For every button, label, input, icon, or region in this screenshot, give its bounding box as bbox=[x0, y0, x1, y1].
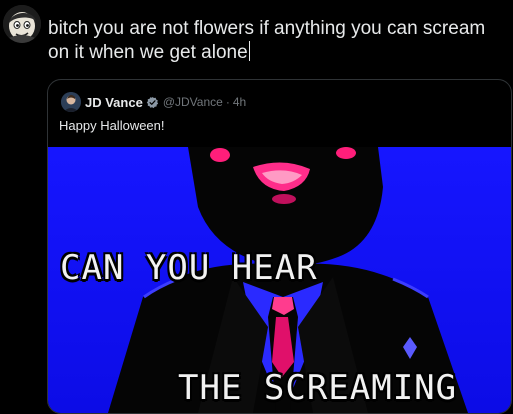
quoted-author-handle: @JDVance bbox=[162, 95, 223, 109]
draft-text-content: bitch you are not flowers if anything yo… bbox=[48, 18, 486, 63]
verified-badge-icon bbox=[146, 96, 158, 108]
quoted-author-avatar bbox=[61, 92, 81, 112]
tweet-text-input[interactable]: bitch you are not flowers if anything yo… bbox=[48, 17, 508, 65]
quoted-tweet-header: JD Vance @JDVance · 4h bbox=[61, 92, 246, 112]
quoted-tweet-text: Happy Halloween! bbox=[59, 118, 165, 133]
quoted-tweet-timestamp: 4h bbox=[232, 95, 247, 109]
meme-caption-bottom: THE SCREAMING bbox=[178, 368, 458, 408]
quoted-tweet-media[interactable]: CAN YOU HEAR THE SCREAMING bbox=[48, 147, 511, 413]
author-photo-icon bbox=[61, 92, 81, 112]
cartoon-avatar-icon bbox=[3, 5, 41, 43]
quoted-author-name: JD Vance bbox=[85, 94, 143, 110]
header-separator: · bbox=[225, 95, 230, 109]
quote-tweet-composer: bitch you are not flowers if anything yo… bbox=[0, 0, 513, 414]
text-cursor bbox=[248, 41, 250, 61]
quoted-tweet-card[interactable]: JD Vance @JDVance · 4h Happy Halloween! bbox=[47, 79, 512, 414]
user-avatar[interactable] bbox=[3, 5, 41, 43]
meme-caption-top: CAN YOU HEAR bbox=[60, 248, 318, 288]
